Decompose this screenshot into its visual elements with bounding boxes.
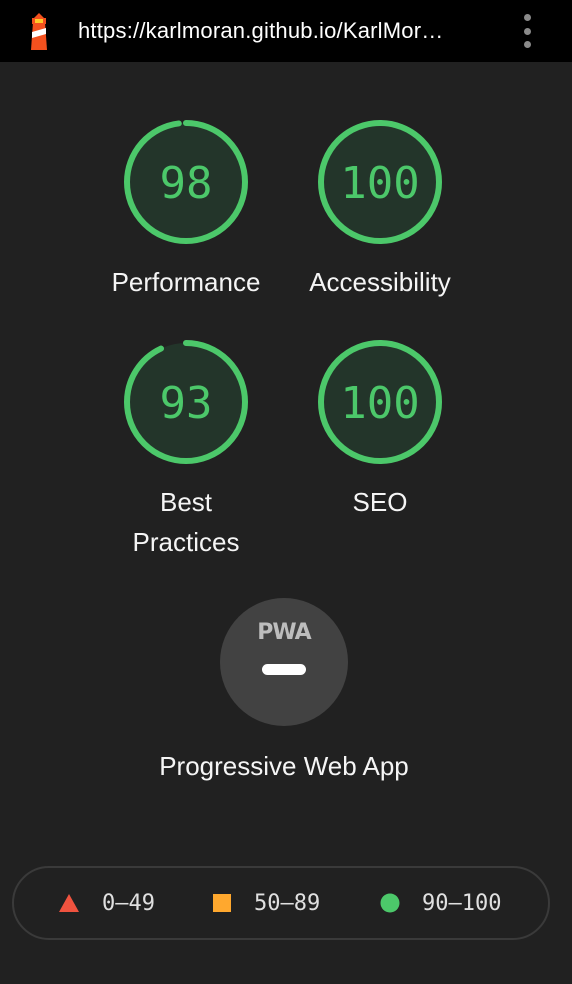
circle-icon <box>380 893 400 913</box>
browser-topbar: https://karlmoran.github.io/KarlMor… <box>0 0 572 62</box>
triangle-icon <box>59 894 79 912</box>
gauge-label: SEO <box>352 487 408 517</box>
gauge-performance[interactable]: 98 Performance <box>96 116 276 302</box>
gauge-accessibility[interactable]: 100 Accessibility <box>290 116 470 302</box>
legend-item-average: 50–89 <box>212 868 320 938</box>
gauge-seo[interactable]: 100 SEO <box>290 336 470 522</box>
gauge-label: Best Practices <box>132 487 240 557</box>
gauge-ring: 93 <box>124 340 248 464</box>
pwa-icon: PWA <box>257 620 311 645</box>
gauge-score: 100 <box>340 158 419 209</box>
gauge-score: 98 <box>160 158 213 209</box>
gauge-best-practices[interactable]: 93 Best Practices <box>96 336 276 562</box>
url-text: https://karlmoran.github.io/KarlMor… <box>78 18 444 43</box>
gauge-ring: 100 <box>318 340 442 464</box>
gauge-ring: 100 <box>318 120 442 244</box>
gauge-label: Progressive Web App <box>159 751 409 781</box>
legend-range: 90–100 <box>422 890 502 916</box>
gauge-ring: 98 <box>124 120 248 244</box>
legend-range: 50–89 <box>254 890 321 916</box>
legend-item-pass: 90–100 <box>380 868 501 938</box>
gauge-label: Accessibility <box>309 267 451 297</box>
lighthouse-icon <box>31 13 47 50</box>
square-icon <box>213 894 231 912</box>
gauge-score: 100 <box>340 378 419 429</box>
legend-item-fail: 0–49 <box>58 868 155 938</box>
dash-icon <box>262 664 306 675</box>
gauge-pwa[interactable]: PWA Progressive Web App <box>159 598 409 781</box>
more-vert-icon[interactable] <box>522 14 532 48</box>
gauge-label: Performance <box>111 267 261 297</box>
score-legend: 0–49 50–89 90–100 <box>12 866 550 940</box>
pwa-badge: PWA <box>220 598 348 726</box>
gauge-score: 93 <box>160 378 213 429</box>
legend-range: 0–49 <box>102 890 155 916</box>
category-gauges: 98 Performance 100 Accessibility 93 Best… <box>0 62 572 862</box>
